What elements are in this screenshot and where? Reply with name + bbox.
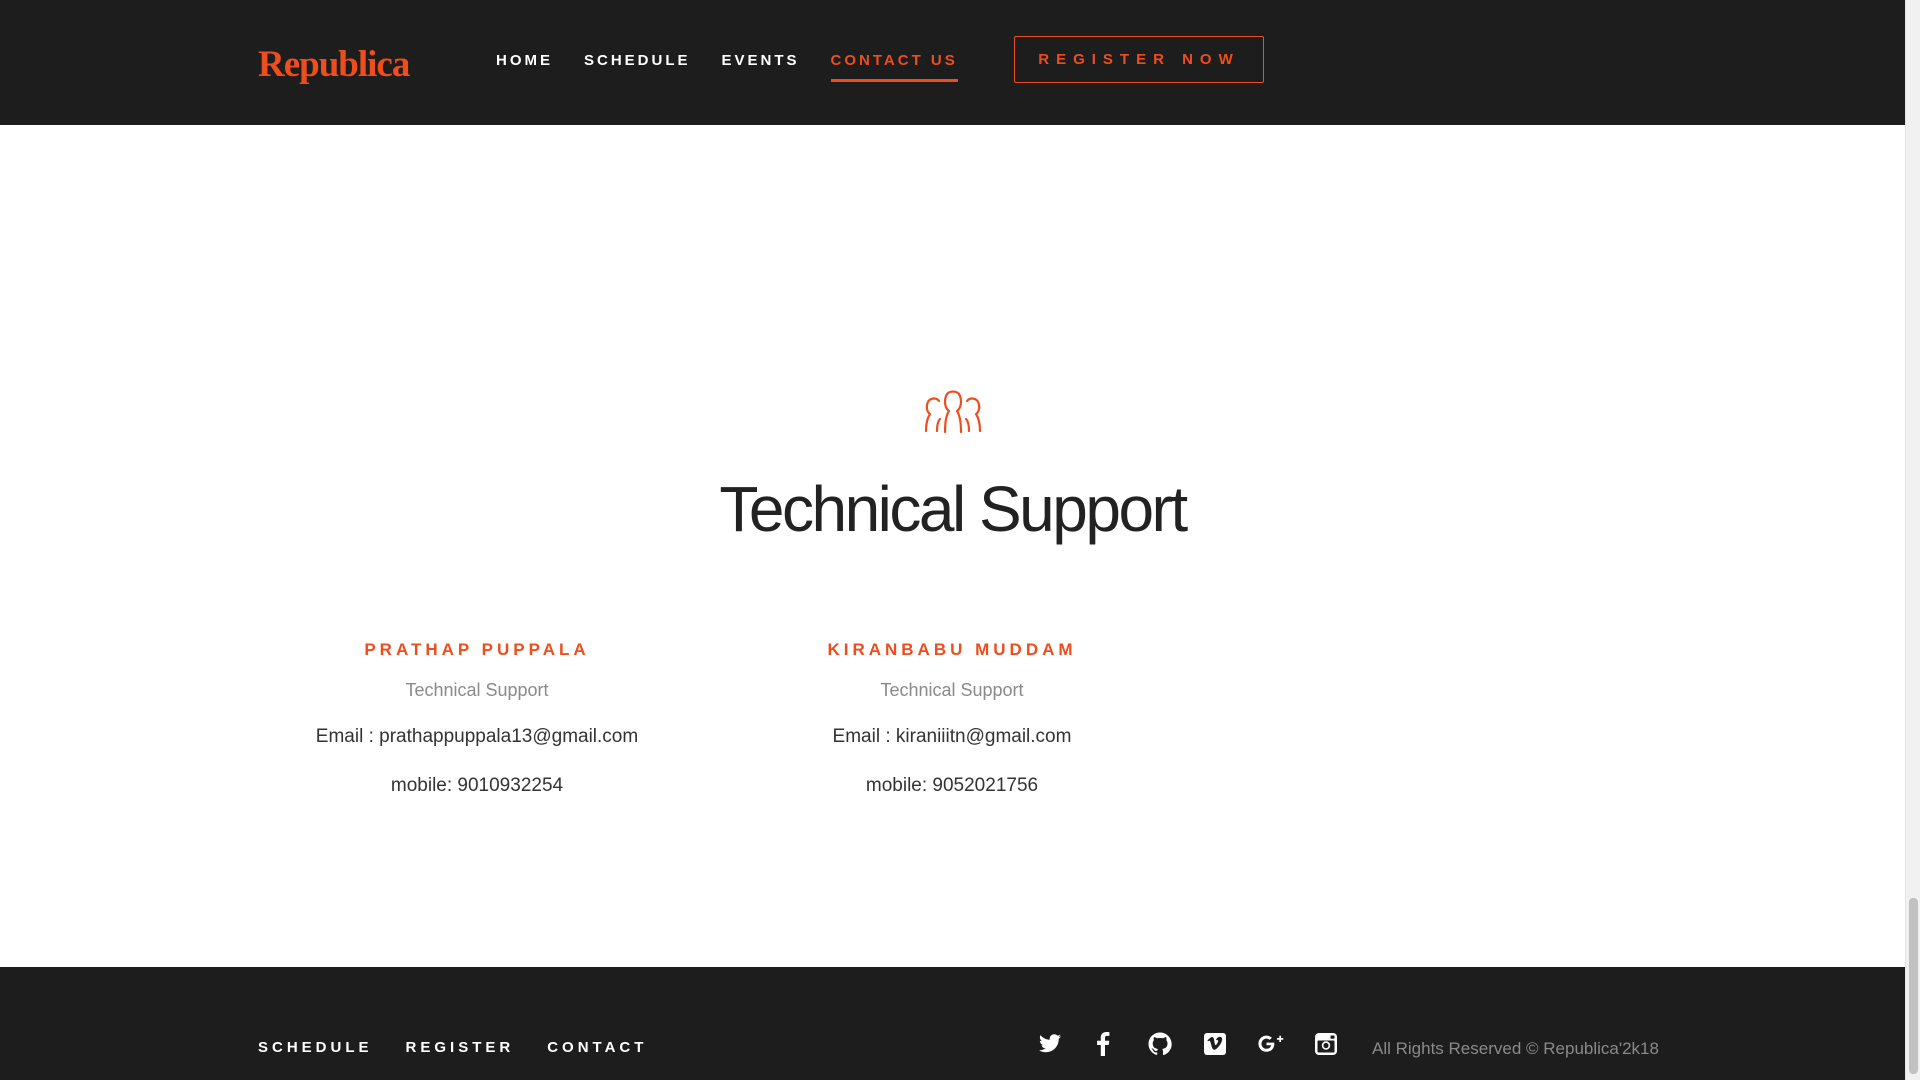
site-header: Republica HOME SCHEDULE EVENTS CONTACT U… — [0, 0, 1905, 125]
footer-nav: SCHEDULE REGISTER CONTACT — [258, 1039, 680, 1056]
facebook-icon[interactable] — [1090, 1031, 1116, 1057]
register-now-button[interactable]: REGISTER NOW — [1014, 36, 1264, 83]
footer-link-schedule[interactable]: SCHEDULE — [258, 1039, 373, 1056]
vimeo-icon[interactable] — [1202, 1031, 1228, 1057]
nav-item-contact-us[interactable]: CONTACT US — [830, 52, 958, 82]
twitter-icon[interactable] — [1037, 1031, 1063, 1057]
contact-email[interactable]: Email : prathappuppala13@gmail.com — [239, 726, 715, 748]
contact-email[interactable]: Email : kiraniiitn@gmail.com — [714, 726, 1190, 748]
contact-name: PRATHAP PUPPALA — [364, 640, 590, 659]
contact-role: Technical Support — [880, 680, 1024, 700]
footer-link-register[interactable]: REGISTER — [406, 1039, 515, 1056]
contact-mobile[interactable]: mobile: 9052021756 — [714, 775, 1190, 797]
github-icon[interactable] — [1147, 1031, 1173, 1057]
section-title: Technical Support — [719, 473, 1188, 545]
main-nav: HOME SCHEDULE EVENTS CONTACT US — [496, 52, 989, 82]
nav-item-home[interactable]: HOME — [496, 52, 553, 82]
contact-name: KIRANBABU MUDDAM — [827, 640, 1077, 659]
google-plus-icon[interactable] — [1258, 1031, 1284, 1057]
nav-item-events[interactable]: EVENTS — [722, 52, 800, 82]
logo[interactable]: Republica — [258, 43, 410, 86]
contact-role: Technical Support — [405, 680, 549, 700]
scrollbar-thumb[interactable] — [1909, 898, 1918, 1074]
contact-card: PRATHAP PUPPALA Technical Support Email … — [239, 640, 715, 797]
page: Republica HOME SCHEDULE EVENTS CONTACT U… — [0, 0, 1920, 1080]
site-footer: SCHEDULE REGISTER CONTACT All Rights Res… — [0, 967, 1905, 1080]
contact-mobile[interactable]: mobile: 9010932254 — [239, 775, 715, 797]
instagram-icon[interactable] — [1313, 1031, 1339, 1057]
vertical-scrollbar[interactable] — [1905, 0, 1920, 1080]
nav-item-schedule[interactable]: SCHEDULE — [584, 52, 691, 82]
footer-link-contact[interactable]: CONTACT — [547, 1039, 647, 1056]
contact-card: KIRANBABU MUDDAM Technical Support Email… — [714, 640, 1190, 797]
team-icon — [924, 390, 982, 434]
copyright-text: All Rights Reserved © Republica'2k18 — [1372, 1039, 1659, 1058]
